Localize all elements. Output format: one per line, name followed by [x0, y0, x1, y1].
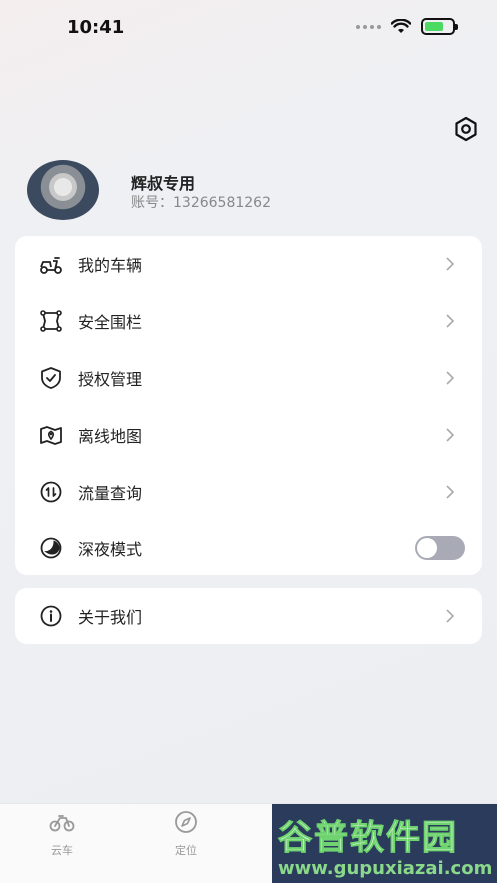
menu-item-authorization[interactable]: 授权管理 [15, 350, 482, 406]
info-icon [40, 605, 62, 627]
menu-item-about-us[interactable]: 关于我们 [15, 588, 482, 644]
menu-item-label: 离线地图 [78, 427, 143, 446]
data-traffic-icon [40, 481, 62, 503]
shield-icon [41, 367, 61, 389]
menu-item-night-mode: 深夜模式 [15, 520, 482, 576]
menu-item-label: 我的车辆 [78, 256, 143, 275]
compass-icon [175, 811, 197, 833]
menu-card: 我的车辆 安全围栏 授权管理 离线地图 流量查询 深夜模式 [15, 236, 482, 575]
map-icon [40, 426, 62, 445]
about-card: 关于我们 [15, 588, 482, 644]
chevron-right-icon [446, 485, 455, 499]
chevron-right-icon [446, 257, 455, 271]
avatar[interactable] [27, 160, 99, 220]
menu-item-label: 流量查询 [78, 484, 143, 503]
bike-icon [49, 815, 75, 832]
menu-item-label: 安全围栏 [78, 313, 143, 332]
watermark-url: www.gupuxiazai.com [278, 858, 493, 879]
chevron-right-icon [446, 371, 455, 385]
tab-location[interactable]: 定位 [146, 810, 226, 860]
menu-item-label: 关于我们 [78, 608, 143, 627]
profile-name: 辉叔专用 [131, 174, 196, 193]
cellular-signal-icon [356, 24, 381, 29]
menu-item-offline-map[interactable]: 离线地图 [15, 407, 482, 463]
watermark-title: 谷普软件园 [278, 818, 458, 859]
chevron-right-icon [446, 609, 455, 623]
moon-icon [40, 537, 62, 559]
chevron-right-icon [446, 428, 455, 442]
tab-label: 定位 [175, 844, 197, 857]
tab-label: 云车 [51, 844, 73, 857]
chevron-right-icon [446, 314, 455, 328]
menu-item-data-usage[interactable]: 流量查询 [15, 464, 482, 520]
menu-item-safety-fence[interactable]: 安全围栏 [15, 293, 482, 349]
status-bar: 10:41 [0, 0, 497, 56]
night-mode-toggle[interactable] [415, 536, 465, 560]
wifi-icon [391, 18, 411, 33]
status-time: 10:41 [67, 17, 125, 38]
tab-cloud-car[interactable]: 云车 [22, 810, 102, 860]
menu-item-label: 授权管理 [78, 370, 143, 389]
battery-icon [421, 18, 458, 35]
scooter-icon [40, 257, 62, 274]
profile-account: 账号：13266581262 [131, 195, 271, 211]
profile-section[interactable]: 辉叔专用 账号：13266581262 [27, 160, 447, 222]
settings-icon[interactable] [453, 116, 479, 142]
watermark-logo: 谷普软件园 www.gupuxiazai.com [272, 804, 497, 883]
menu-item-label: 深夜模式 [78, 540, 143, 559]
status-icons [356, 18, 458, 35]
fence-icon [40, 310, 62, 332]
menu-item-my-vehicle[interactable]: 我的车辆 [15, 236, 482, 292]
toggle-knob [417, 538, 437, 558]
